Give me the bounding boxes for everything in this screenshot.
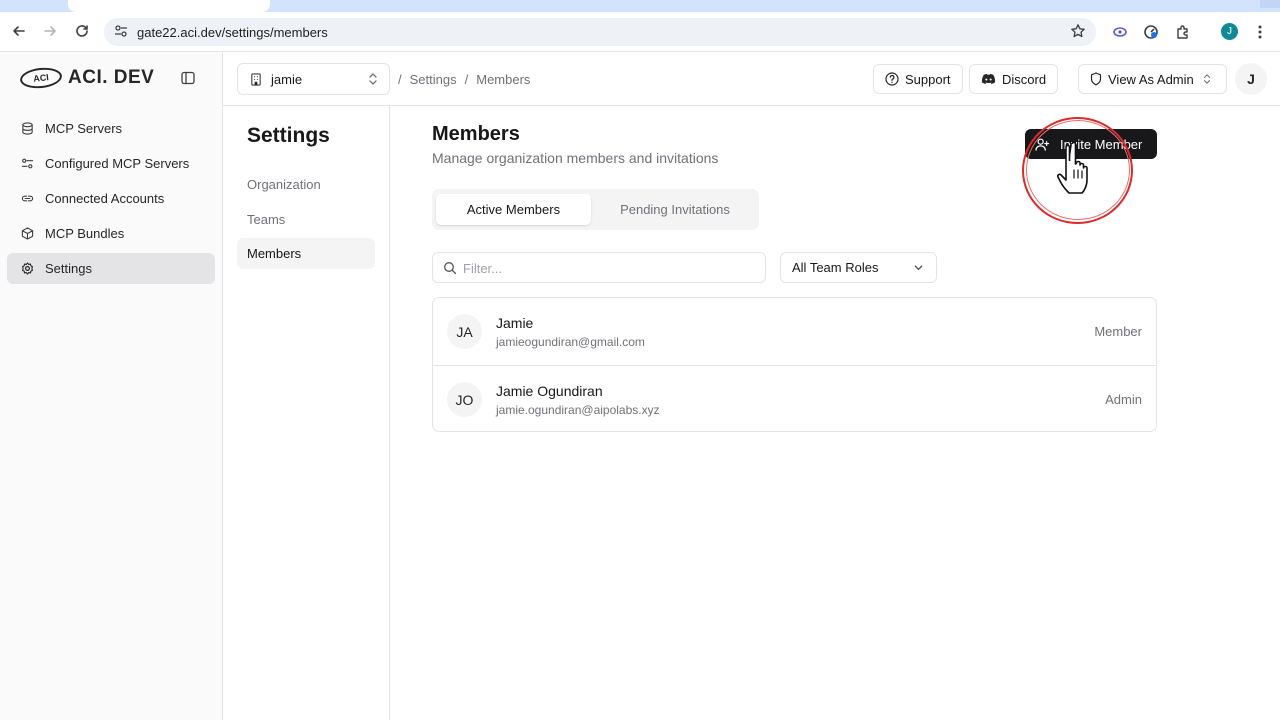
- filter-field[interactable]: [432, 252, 766, 283]
- browser-profile-avatar[interactable]: J: [1221, 23, 1238, 40]
- hand-cursor-icon: [1056, 141, 1088, 194]
- brand-name: ACI. DEV: [68, 67, 155, 88]
- sidebar-item-mcp-servers[interactable]: MCP Servers: [7, 113, 215, 144]
- org-selector[interactable]: jamie: [237, 63, 390, 95]
- members-tabs: Active Members Pending Invitations: [432, 189, 759, 230]
- member-name: Jamie Ogundiran: [496, 383, 603, 399]
- breadcrumb-members: Members: [476, 72, 531, 87]
- browser-menu-icon[interactable]: [1250, 22, 1270, 42]
- org-name: jamie: [271, 71, 303, 87]
- settings-nav-organization[interactable]: Organization: [237, 169, 375, 200]
- sliders-icon: [21, 158, 34, 169]
- sidebar-item-label: MCP Bundles: [45, 226, 125, 241]
- sidebar-item-label: Settings: [45, 261, 92, 276]
- support-label: Support: [905, 71, 951, 87]
- settings-nav-members[interactable]: Members: [237, 238, 375, 269]
- browser-active-tab[interactable]: [68, 0, 270, 12]
- list-item[interactable]: JA Jamie jamieogundiran@gmail.com Member: [433, 298, 1156, 365]
- sidebar-item-connected-accounts[interactable]: Connected Accounts: [7, 183, 215, 214]
- app-logo[interactable]: ACI ACI. DEV: [19, 65, 155, 91]
- members-list: JA Jamie jamieogundiran@gmail.com Member…: [432, 297, 1157, 432]
- breadcrumb: / Settings / Members: [398, 72, 531, 87]
- sidebar-item-mcp-bundles[interactable]: MCP Bundles: [7, 218, 215, 249]
- page-title: Members: [432, 123, 520, 145]
- sidebar-item-settings[interactable]: Settings: [7, 253, 215, 284]
- view-as-selector[interactable]: View As Admin: [1078, 64, 1227, 94]
- building-icon: [251, 72, 261, 86]
- page-header: jamie / Settings / Members Support Disco…: [223, 53, 1280, 106]
- back-icon[interactable]: [8, 20, 30, 42]
- filter-input[interactable]: [463, 259, 753, 277]
- search-icon: [444, 262, 457, 275]
- extensions-puzzle-icon[interactable]: [1173, 22, 1193, 42]
- sidebar-item-configured-mcp-servers[interactable]: Configured MCP Servers: [7, 148, 215, 179]
- forward-icon[interactable]: [39, 20, 61, 42]
- shield-icon: [1090, 72, 1102, 86]
- browser-tab-strip: [0, 0, 1280, 12]
- settings-nav: Settings Organization Teams Members: [223, 106, 390, 720]
- list-item[interactable]: JO Jamie Ogundiran jamie.ogundiran@aipol…: [433, 365, 1156, 432]
- chevron-down-icon: [914, 265, 923, 271]
- sidebar-item-label: MCP Servers: [45, 121, 123, 136]
- browser-toolbar: gate22.aci.dev/settings/members: [0, 12, 1280, 52]
- breadcrumb-settings[interactable]: Settings: [410, 72, 457, 87]
- package-icon: [21, 227, 34, 240]
- sidebar-item-label: Configured MCP Servers: [45, 156, 190, 171]
- chevrons-up-down-icon: [1203, 74, 1210, 84]
- chevrons-up-down-icon: [369, 73, 377, 85]
- browser-window-control[interactable]: [1260, 0, 1280, 8]
- discord-icon: [981, 73, 996, 84]
- extension-gauge-icon[interactable]: [1141, 22, 1161, 42]
- database-icon: [22, 122, 33, 135]
- discord-button[interactable]: Discord: [969, 64, 1059, 94]
- discord-label: Discord: [1002, 71, 1047, 87]
- settings-title: Settings: [247, 124, 330, 147]
- sidebar-toggle-icon[interactable]: [181, 71, 197, 87]
- member-email: jamie.ogundiran@aipolabs.xyz: [496, 403, 660, 417]
- reload-icon[interactable]: [71, 20, 93, 42]
- team-role-value: All Team Roles: [792, 260, 879, 275]
- logo-mark: ACI: [19, 65, 63, 91]
- avatar: JA: [447, 314, 482, 349]
- team-role-select[interactable]: All Team Roles: [780, 252, 937, 283]
- bookmark-star-icon[interactable]: [1070, 23, 1086, 44]
- user-avatar[interactable]: J: [1235, 63, 1267, 95]
- help-circle-icon: [885, 72, 899, 86]
- member-name: Jamie: [496, 315, 534, 331]
- page-subtitle: Manage organization members and invitati…: [432, 150, 719, 166]
- member-role: Member: [1094, 324, 1142, 339]
- site-settings-icon[interactable]: [114, 24, 128, 43]
- view-as-label: View As Admin: [1108, 71, 1194, 87]
- avatar: JO: [447, 382, 482, 417]
- support-button[interactable]: Support: [873, 64, 963, 94]
- url-text[interactable]: gate22.aci.dev/settings/members: [137, 25, 328, 40]
- address-bar[interactable]: gate22.aci.dev/settings/members: [104, 18, 1096, 46]
- member-role: Admin: [1105, 392, 1142, 407]
- link-icon: [21, 195, 34, 202]
- gear-icon: [22, 262, 33, 275]
- tab-pending-invitations[interactable]: Pending Invitations: [595, 194, 755, 225]
- app-sidebar: ACI ACI. DEV MCP Servers Configured MCP …: [0, 53, 223, 720]
- tab-active-members[interactable]: Active Members: [436, 194, 591, 225]
- settings-nav-teams[interactable]: Teams: [237, 204, 375, 235]
- extension-eye-icon[interactable]: [1110, 22, 1130, 42]
- member-email: jamieogundiran@gmail.com: [496, 335, 645, 349]
- sidebar-item-label: Connected Accounts: [45, 191, 165, 206]
